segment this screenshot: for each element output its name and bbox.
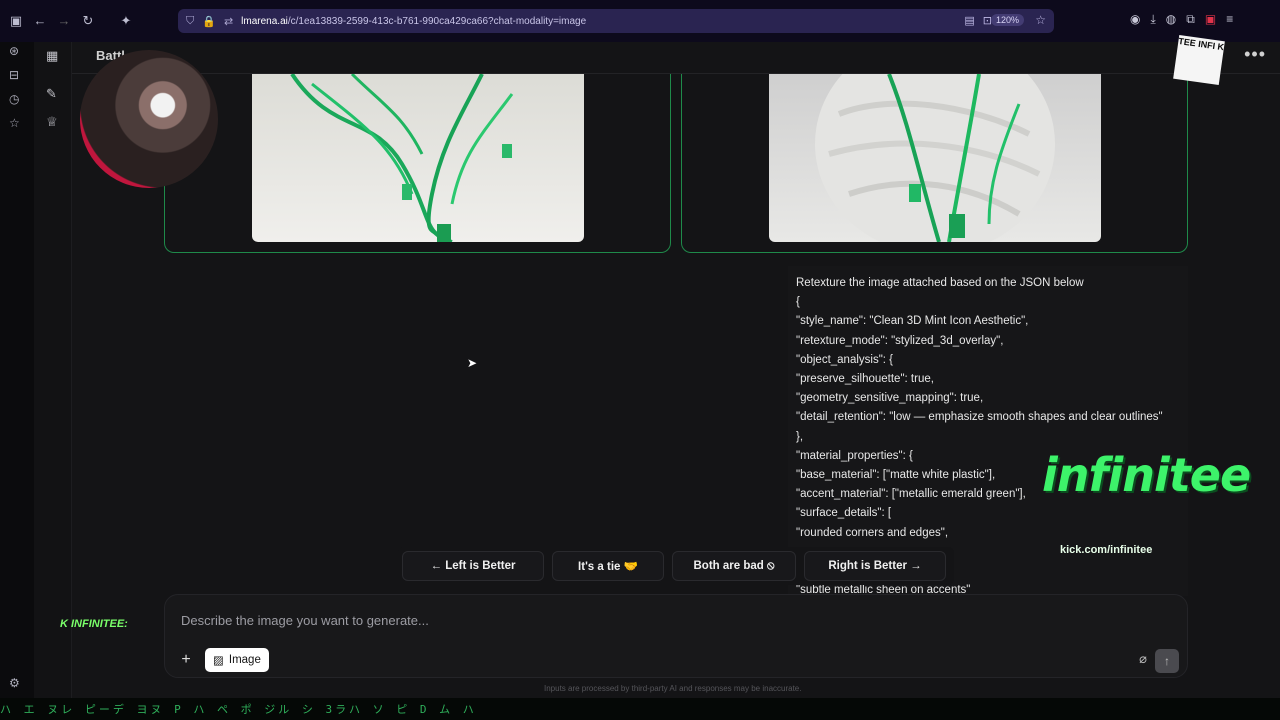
reload-icon[interactable]: ↻ <box>76 13 100 29</box>
bookmark-star-icon[interactable]: ☆ <box>1035 13 1046 27</box>
left-image-card[interactable] <box>164 74 671 253</box>
ai-chat-icon[interactable]: ⊛ <box>9 44 19 58</box>
app-icon[interactable]: ▣ <box>1205 12 1216 27</box>
extensions-icon[interactable]: ⧉ <box>1186 12 1195 27</box>
mouse-cursor-icon: ➤ <box>467 356 478 370</box>
chat-header: Battl ••• <box>72 42 1280 74</box>
prompt-line: "detail_retention": "low — emphasize smo… <box>796 411 1163 424</box>
webcam-overlay <box>80 50 218 188</box>
left-generated-image[interactable] <box>252 74 584 242</box>
right-is-better-button[interactable]: Right is Better → <box>804 551 946 581</box>
send-button[interactable]: ↑ <box>1155 649 1179 673</box>
prompt-line: Retexture the image attached based on th… <box>796 277 1084 289</box>
url-host: lmarena.ai <box>241 15 288 27</box>
prompt-line: { <box>796 296 800 309</box>
streamer-badge: K INFINITEE: <box>60 618 128 630</box>
vote-bar: ← Left is Better It's a tie 🤝 Both are b… <box>398 547 954 585</box>
image-icon: ▨ <box>213 655 224 667</box>
site-settings-icon[interactable]: ⇄ <box>224 15 233 28</box>
favorites-icon[interactable]: ☆ <box>9 116 20 130</box>
leaderboard-table-icon[interactable]: ▦ <box>46 48 58 64</box>
prompt-line: "rounded corners and edges", <box>796 526 949 539</box>
prompt-line: }, <box>796 430 804 443</box>
add-attachment-button[interactable]: + <box>175 649 197 671</box>
extension-icon[interactable]: ✦ <box>114 13 138 29</box>
account-icon[interactable]: ◍ <box>1166 12 1176 27</box>
back-icon[interactable]: ← <box>28 13 52 28</box>
matrix-text-strip: ハ エ ヌレ ピーデ ヨヌ P ハ ペ ポ ジル シ 3ラハ ソ ピ D ム ハ <box>0 698 1280 720</box>
prompt-line: "retexture_mode": "stylized_3d_overlay", <box>796 334 1004 347</box>
main-content: Battl ••• Retexture the image attached b… <box>72 42 1280 698</box>
infinitee-logo: infinitee <box>1042 448 1251 502</box>
library-icon[interactable]: ⊟ <box>9 68 19 82</box>
download-icon[interactable]: ⤓ <box>1150 12 1155 27</box>
prompt-line: "geometry_sensitive_mapping": true, <box>796 392 984 405</box>
shield-icon: ⛉ <box>186 14 195 27</box>
prompt-composer: Describe the image you want to generate.… <box>164 594 1188 678</box>
right-image-card[interactable] <box>681 74 1188 253</box>
sidebar-toggle-icon[interactable]: ▣ <box>4 13 28 29</box>
disclaimer-text: Inputs are processed by third-party AI a… <box>544 684 802 693</box>
screenshot-icon[interactable]: ◉ <box>1130 12 1140 27</box>
menu-icon[interactable]: ≡ <box>1226 12 1233 27</box>
more-options-icon[interactable]: ••• <box>1244 44 1266 65</box>
both-bad-button[interactable]: Both are bad ⦸ <box>672 551 796 581</box>
prompt-line: "style_name": "Clean 3D Mint Icon Aesthe… <box>796 315 1029 328</box>
address-bar[interactable]: ⛉ 🔒 ⇄ lmarena.ai /c/1ea13839-2599-413c-b… <box>178 9 1054 33</box>
zoom-level[interactable]: 120% <box>990 14 1024 26</box>
left-is-better-button[interactable]: ← Left is Better <box>402 551 544 581</box>
history-icon[interactable]: ◷ <box>9 92 19 106</box>
new-chat-icon[interactable]: ✎ <box>46 86 57 102</box>
image-mode-label: Image <box>228 654 261 666</box>
prompt-input[interactable]: Describe the image you want to generate.… <box>181 613 429 628</box>
right-generated-image[interactable] <box>769 74 1101 242</box>
prompt-line: "preserve_silhouette": true, <box>796 373 934 386</box>
corner-logo: TEE INFI K <box>1173 35 1225 85</box>
prompt-line: "surface_details": [ <box>796 507 892 520</box>
yarn-heart-illustration <box>815 74 1055 242</box>
settings-icon[interactable]: ⚙ <box>9 676 20 690</box>
app-sidebar: ▦ ✎ ♕ <box>34 42 72 698</box>
browser-right-icons: ◉ ⤓ ◍ ⧉ ▣ ≡ <box>1130 12 1233 27</box>
browser-toolbar: ▣ ← → ↻ ✦ ⛉ 🔒 ⇄ lmarena.ai /c/1ea13839-2… <box>0 0 1280 42</box>
paperclip-icon[interactable]: ⌀ <box>1139 651 1147 667</box>
url-path: /c/1ea13839-2599-413c-b761-990ca429ca66?… <box>287 15 587 27</box>
tie-button[interactable]: It's a tie 🤝 <box>552 551 664 581</box>
prompt-line: "object_analysis": { <box>796 353 894 366</box>
lock-icon: 🔒 <box>202 15 216 28</box>
image-mode-button[interactable]: ▨ Image <box>205 648 269 672</box>
browser-side-rail: ⊛ ⊟ ◷ ☆ ⚙ <box>0 42 34 698</box>
logo-url: kick.com/infinitee <box>1060 544 1153 556</box>
trophy-icon[interactable]: ♕ <box>46 114 58 130</box>
forward-icon[interactable]: → <box>52 13 76 28</box>
cable-heart-illustration <box>290 74 514 242</box>
